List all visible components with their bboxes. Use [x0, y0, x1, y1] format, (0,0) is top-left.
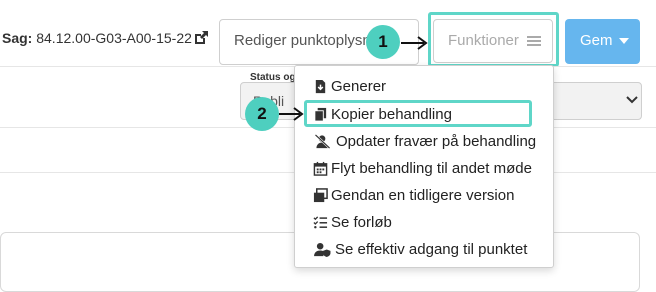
save-label: Gem [580, 32, 613, 49]
list-check-icon [313, 215, 328, 228]
menu-item-view-history[interactable]: Se forløb [313, 210, 392, 234]
menu-item-generate[interactable]: Generer [313, 74, 386, 98]
menu-item-restore-version[interactable]: Gendan en tidligere version [313, 183, 514, 207]
window-restore-icon [313, 187, 328, 202]
callout-badge-2: 2 [245, 97, 279, 131]
menu-item-label: Opdater fravær på behandling [336, 132, 537, 150]
menu-item-label: Generer [331, 77, 387, 95]
callout-arrow-2 [279, 107, 304, 121]
external-link-icon[interactable] [193, 30, 209, 46]
user-shield-icon [314, 242, 331, 257]
menu-item-label: Se forløb [331, 213, 392, 231]
menu-item-update-absence[interactable]: Opdater fravær på behandling [313, 129, 536, 153]
case-number: Sag: 84.12.00-G03-A00-15-22 [2, 30, 192, 46]
callout-arrow-1 [401, 36, 428, 50]
menu-item-label: Se effektiv adgang til punktet [335, 240, 528, 258]
callout-highlight-copy-treatment [304, 100, 532, 127]
case-value: 84.12.00-G03-A00-15-22 [36, 30, 192, 46]
chevron-down-icon [626, 96, 638, 104]
menu-item-move-treatment[interactable]: Flyt behandling til andet møde [313, 156, 532, 180]
functions-button[interactable]: Funktioner [433, 19, 553, 63]
user-slash-icon [314, 133, 331, 149]
callout-badge-1: 1 [366, 25, 400, 59]
calendar-icon [313, 161, 328, 176]
edit-item-info-label: Rediger punktoplysni [234, 32, 375, 49]
menu-item-label: Gendan en tidligere version [331, 186, 515, 204]
menu-item-effective-access[interactable]: Se effektiv adgang til punktet [313, 237, 527, 261]
functions-dropdown-menu: Generer Kopier behandling Opdater fravær… [294, 65, 554, 268]
download-icon [315, 79, 326, 93]
save-button[interactable]: Gem [565, 19, 640, 64]
caret-down-icon [618, 38, 629, 45]
hamburger-icon [527, 36, 542, 47]
functions-label: Funktioner [448, 32, 519, 49]
case-label: Sag: [2, 30, 33, 46]
menu-item-label: Flyt behandling til andet møde [331, 159, 532, 177]
